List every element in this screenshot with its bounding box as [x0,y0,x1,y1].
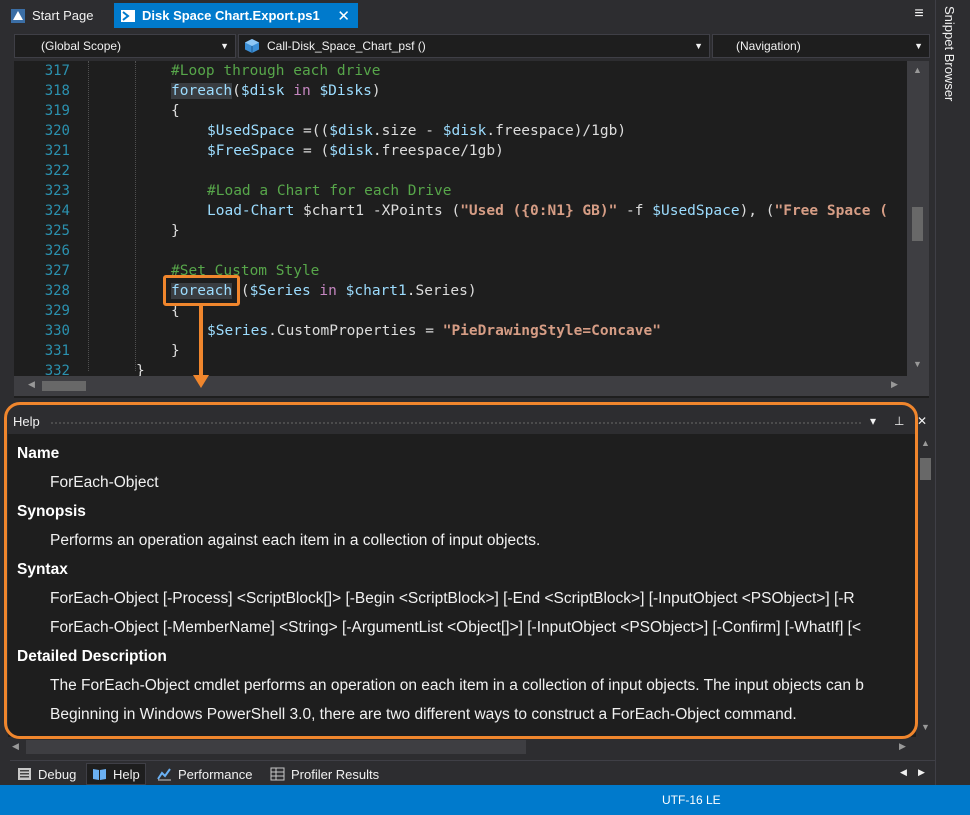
code-line: $Series.CustomProperties = "PieDrawingSt… [207,323,661,339]
code-line: $UsedSpace =(($disk.size - $disk.freespa… [207,123,627,139]
tab-start-page[interactable]: Start Page [4,3,112,28]
scroll-down-icon[interactable]: ▼ [913,359,922,369]
scroll-left-icon[interactable]: ◀ [28,379,35,390]
tab-profiler-results[interactable]: Profiler Results [265,763,384,785]
code-line: $FreeSpace = ($disk.freespace/1gb) [207,143,504,159]
annotation-highlight-box [163,275,240,306]
scroll-right-icon[interactable]: ▶ [891,379,898,390]
chevron-down-icon: ▼ [220,41,229,51]
scroll-up-icon[interactable]: ▲ [913,65,922,75]
tab-performance-label: Performance [178,766,253,782]
help-book-icon [92,767,107,781]
chevron-down-icon: ▼ [914,41,923,51]
tab-disk-space-chart[interactable]: Disk Space Chart.Export.ps1 ✕ [114,3,358,28]
tabs-scroll-right-icon[interactable]: ▶ [918,767,925,778]
line-number: 330 [44,323,70,339]
line-number: 328 [44,283,70,299]
navigation-dropdown-value: (Navigation) [736,39,801,53]
code-line: #Loop through each drive [171,63,381,79]
editor-vertical-scrollbar[interactable]: ▲ ▼ [907,61,929,376]
function-cube-icon [244,38,260,61]
code-line: { [171,103,180,119]
code-line: } [136,363,145,376]
line-number: 318 [44,83,70,99]
scroll-thumb[interactable] [920,458,931,480]
scroll-up-icon[interactable]: ▲ [921,438,930,448]
scroll-down-icon[interactable]: ▼ [921,722,930,732]
line-number: 329 [44,303,70,319]
tab-performance[interactable]: Performance [152,763,257,785]
scroll-left-icon[interactable]: ◀ [12,741,19,752]
document-tab-strip: Start Page Disk Space Chart.Export.ps1 ✕… [0,0,935,30]
line-number: 326 [44,243,70,259]
navigation-bar: (Global Scope) ▼ Call-Disk_Space_Chart_p… [10,33,931,59]
line-number: 320 [44,123,70,139]
debug-icon [17,767,32,781]
tab-profiler-results-label: Profiler Results [291,766,380,782]
line-number: 331 [44,343,70,359]
annotation-arrow-head [193,375,209,388]
line-number: 324 [44,203,70,219]
line-number: 322 [44,163,70,179]
annotation-help-frame [4,402,918,739]
snippet-browser-tab[interactable]: Snippet Browser [942,6,957,101]
line-number: 325 [44,223,70,239]
scroll-right-icon[interactable]: ▶ [899,741,906,752]
code-line: } [171,223,180,239]
help-horizontal-scrollbar[interactable]: ◀ ▶ [8,737,935,757]
help-vertical-scrollbar[interactable]: ▲ ▼ [916,434,935,737]
scope-dropdown[interactable]: (Global Scope) ▼ [14,34,236,58]
line-number: 323 [44,183,70,199]
tool-window-tabs: Debug Help Performance Profiler Results … [10,760,935,785]
performance-chart-icon [157,767,172,781]
line-number: 317 [44,63,70,79]
scroll-thumb[interactable] [42,381,86,391]
profiler-grid-icon [270,767,285,781]
tab-help[interactable]: Help [86,763,146,785]
tab-help-label: Help [113,766,140,782]
line-number: 321 [44,143,70,159]
start-page-icon [10,8,26,24]
tab-start-page-label: Start Page [32,8,94,23]
function-dropdown[interactable]: Call-Disk_Space_Chart_psf () ▼ [238,34,710,58]
tab-disk-space-chart-label: Disk Space Chart.Export.ps1 [142,8,320,23]
editor-horizontal-scrollbar[interactable]: ◀ ▶ [14,376,929,396]
tabs-scroll-left-icon[interactable]: ◀ [900,767,907,778]
scroll-thumb[interactable] [912,207,923,241]
status-bar: UTF-16 LE [0,785,970,815]
scroll-thumb[interactable] [26,740,526,754]
tab-menu-icon[interactable]: ≡ [911,6,927,22]
code-editor[interactable]: 317 318 319 320 321 322 323 324 325 326 … [14,61,929,398]
close-panel-icon[interactable]: ✕ [917,414,927,428]
code-line: #Load a Chart for each Drive [207,183,452,199]
code-line: foreach($disk in $Disks) [171,83,381,99]
annotation-arrow-line [199,305,203,377]
scope-dropdown-value: (Global Scope) [41,39,122,53]
encoding-indicator[interactable]: UTF-16 LE [662,793,721,807]
line-number: 327 [44,263,70,279]
tab-debug[interactable]: Debug [12,763,81,785]
close-tab-icon[interactable]: ✕ [337,7,350,25]
code-line: Load-Chart $chart1 -XPoints ("Used ({0:N… [207,203,888,219]
chevron-down-icon: ▼ [694,41,703,51]
navigation-dropdown[interactable]: (Navigation) ▼ [712,34,930,58]
powershell-file-icon [120,8,136,24]
line-number-gutter: 317 318 319 320 321 322 323 324 325 326 … [14,61,74,379]
function-dropdown-value: Call-Disk_Space_Chart_psf () [267,39,426,53]
line-number: 319 [44,103,70,119]
tab-debug-label: Debug [38,766,77,782]
right-tool-sidebar: Snippet Browser [935,0,970,785]
code-line: } [171,343,180,359]
